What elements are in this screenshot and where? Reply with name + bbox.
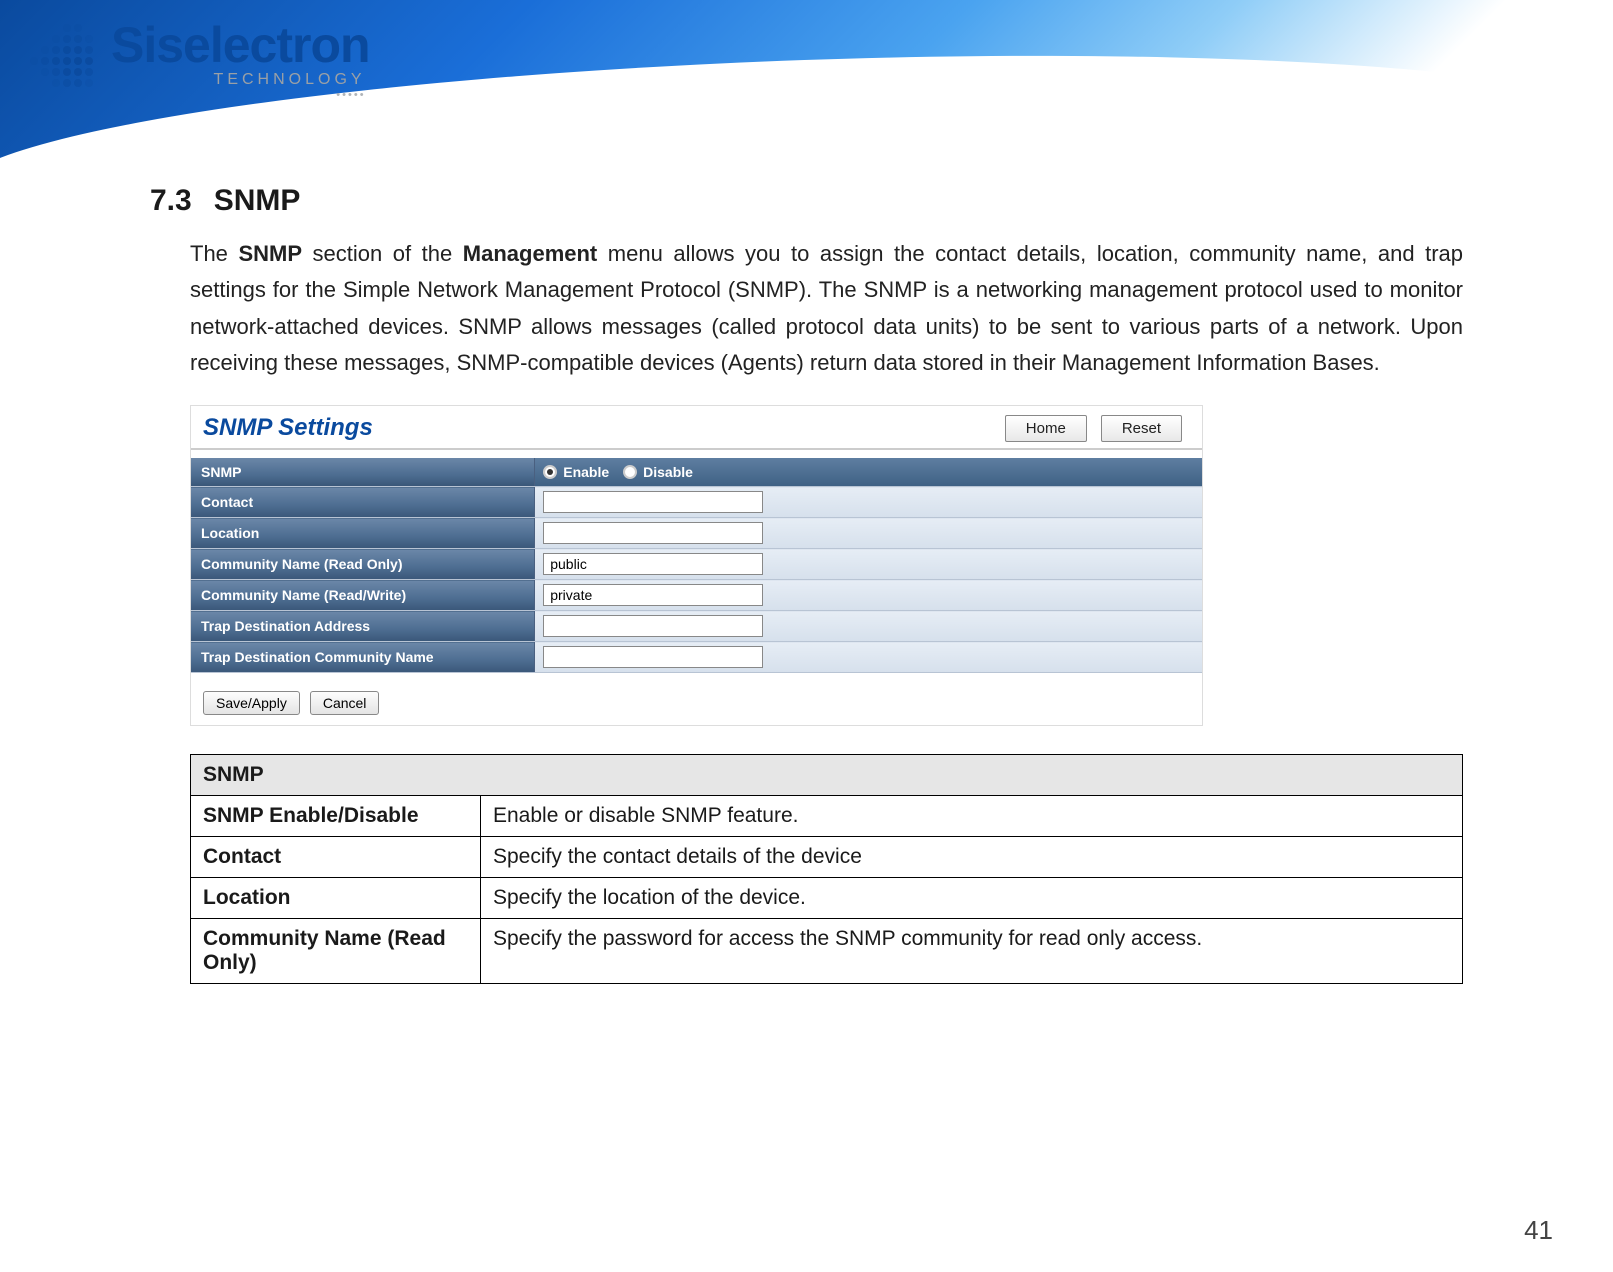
section-heading: 7.3 SNMP: [150, 184, 1463, 218]
location-input[interactable]: [543, 522, 763, 544]
row-label-comm-ro: Community Name (Read Only): [191, 549, 535, 580]
snmp-settings-panel: SNMP Settings Home Reset SNMP Enable Dis…: [190, 405, 1203, 726]
logo-subtext: TECHNOLOGY: [214, 72, 366, 88]
radio-label: Enable: [563, 464, 609, 480]
page-content: 7.3 SNMP The SNMP section of the Manageme…: [0, 160, 1613, 984]
trap-address-input[interactable]: [543, 615, 763, 637]
community-readwrite-input[interactable]: [543, 584, 763, 606]
row-label-trap-comm: Trap Destination Community Name: [191, 642, 535, 673]
save-apply-button[interactable]: Save/Apply: [203, 691, 300, 715]
desc-text: Specify the password for access the SNMP…: [481, 919, 1463, 984]
trap-community-input[interactable]: [543, 646, 763, 668]
desc-term: Location: [191, 878, 481, 919]
description-table: SNMP SNMP Enable/Disable Enable or disab…: [190, 754, 1463, 984]
desc-term: SNMP Enable/Disable: [191, 796, 481, 837]
row-label-contact: Contact: [191, 487, 535, 518]
logo: Siselectron TECHNOLOGY •••••: [30, 16, 370, 101]
text-fragment: section of the: [302, 241, 463, 266]
settings-form-table: SNMP Enable Disable Contact Location: [191, 458, 1202, 673]
settings-header: SNMP Settings Home Reset: [191, 406, 1202, 450]
row-label-snmp: SNMP: [191, 458, 535, 487]
table-row: Location Specify the location of the dev…: [191, 878, 1463, 919]
intro-paragraph: The SNMP section of the Management menu …: [190, 236, 1463, 381]
page-header-banner: Siselectron TECHNOLOGY •••••: [0, 0, 1613, 160]
desc-term: Community Name (Read Only): [191, 919, 481, 984]
settings-title: SNMP Settings: [203, 414, 373, 442]
row-label-comm-rw: Community Name (Read/Write): [191, 580, 535, 611]
cancel-button[interactable]: Cancel: [310, 691, 380, 715]
section-number: 7.3: [150, 184, 192, 217]
snmp-disable-radio[interactable]: Disable: [623, 464, 693, 480]
radio-label: Disable: [643, 464, 693, 480]
desc-text: Specify the contact details of the devic…: [481, 837, 1463, 878]
text-fragment: The: [190, 241, 238, 266]
page-number: 41: [1524, 1215, 1553, 1246]
snmp-enable-radio[interactable]: Enable: [543, 464, 609, 480]
text-bold: SNMP: [238, 241, 302, 266]
desc-term: Contact: [191, 837, 481, 878]
radio-unchecked-icon: [623, 465, 637, 479]
row-label-trap-addr: Trap Destination Address: [191, 611, 535, 642]
home-button[interactable]: Home: [1005, 415, 1087, 442]
section-title: SNMP: [214, 184, 301, 217]
logo-tagline: •••••: [336, 90, 365, 101]
desc-table-header: SNMP: [191, 755, 1463, 796]
table-row: Contact Specify the contact details of t…: [191, 837, 1463, 878]
community-readonly-input[interactable]: [543, 553, 763, 575]
radio-checked-icon: [543, 465, 557, 479]
reset-button[interactable]: Reset: [1101, 415, 1182, 442]
text-bold: Management: [463, 241, 597, 266]
table-row: Community Name (Read Only) Specify the p…: [191, 919, 1463, 984]
logo-text: Siselectron: [111, 20, 370, 70]
desc-text: Specify the location of the device.: [481, 878, 1463, 919]
logo-dots-icon: [30, 24, 93, 87]
contact-input[interactable]: [543, 491, 763, 513]
desc-text: Enable or disable SNMP feature.: [481, 796, 1463, 837]
table-row: SNMP Enable/Disable Enable or disable SN…: [191, 796, 1463, 837]
row-label-location: Location: [191, 518, 535, 549]
